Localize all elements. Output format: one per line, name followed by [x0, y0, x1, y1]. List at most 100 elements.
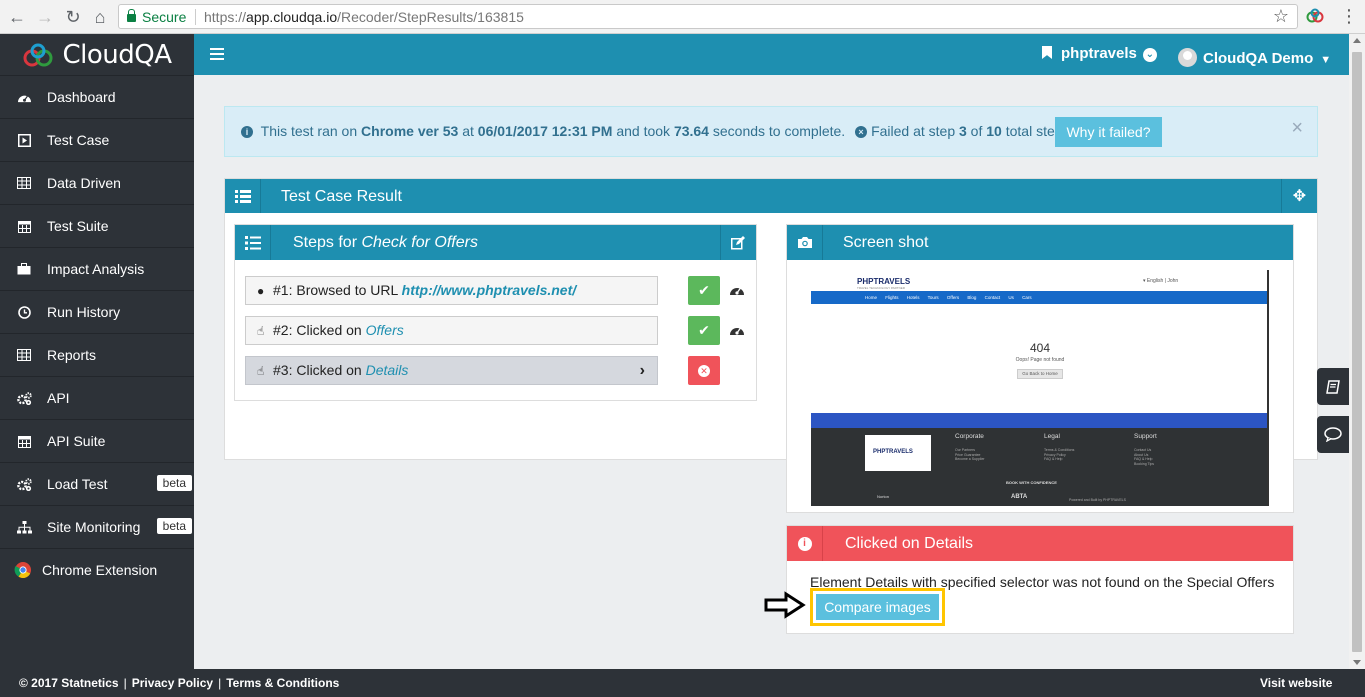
sidebar-item-api[interactable]: API	[0, 376, 194, 419]
failure-screenshot-image[interactable]: PHPTRAVELS TRAVEL TECHNOLOGY PARTNER ▾ En…	[811, 270, 1269, 506]
performance-gauge-icon[interactable]	[729, 323, 745, 337]
sidebar-item-label: Chrome Extension	[42, 562, 158, 578]
error-title: Clicked on Details	[845, 535, 974, 552]
sidebar-item-impact-analysis[interactable]: Impact Analysis	[0, 247, 194, 290]
sidebar-item-label: Run History	[47, 304, 121, 320]
sidebar-item-test-suite[interactable]: Test Suite	[0, 204, 194, 247]
back-arrow-icon[interactable]: ←	[6, 6, 28, 28]
sidebar-item-run-history[interactable]: Run History	[0, 290, 194, 333]
why-it-failed-button[interactable]: Why it failed?	[1055, 117, 1162, 147]
sidebar-item-label: Reports	[47, 347, 97, 363]
globe-icon: ●	[257, 284, 265, 298]
alert-text: i This test ran on Chrome ver 53 at 06/0…	[241, 123, 1073, 139]
visit-website-link[interactable]: Visit website	[1260, 676, 1332, 690]
sidebar-item-label: Test Suite	[47, 218, 109, 234]
sidebar-item-label: API Suite	[47, 433, 106, 449]
browser-toolbar: ← → ↻ ⌂ Secure https://app.cloudqa.io/Re…	[0, 0, 1365, 34]
book-icon[interactable]	[1317, 368, 1349, 405]
step-row-1[interactable]: ● #1: Browsed to URL http://www.phptravel…	[245, 276, 658, 305]
reload-icon[interactable]: ↻	[62, 6, 84, 28]
address-bar[interactable]: Secure https://app.cloudqa.io/Recoder/St…	[118, 4, 1298, 29]
panel-title: Test Case Result	[281, 188, 402, 205]
sidebar-item-load-test[interactable]: Load Test beta	[0, 462, 194, 505]
scroll-down-icon[interactable]	[1353, 660, 1361, 665]
calendar-icon	[16, 434, 32, 448]
screenshot-header: Screen shot	[787, 225, 1293, 260]
sidebar-item-label: API	[47, 390, 70, 406]
compare-images-highlight: Compare images	[810, 588, 945, 626]
sidebar-item-label: Load Test	[47, 476, 108, 492]
scroll-thumb[interactable]	[1352, 52, 1362, 652]
pointer-hand-icon: ☝	[257, 364, 265, 378]
gauge-icon	[16, 90, 32, 104]
sidebar-item-reports[interactable]: Reports	[0, 333, 194, 376]
steps-panel: Steps for Check for Offers ● #1: Browsed …	[234, 224, 757, 401]
sidebar-item-test-case[interactable]: Test Case	[0, 118, 194, 161]
list-icon	[225, 179, 261, 213]
sidebar-item-chrome-extension[interactable]: Chrome Extension	[0, 548, 194, 591]
calendar-icon	[16, 219, 32, 233]
user-menu[interactable]: CloudQA Demo ▼	[1178, 44, 1331, 67]
browser-menu-icon[interactable]: ⋮	[1340, 5, 1358, 27]
chat-icon[interactable]	[1317, 416, 1349, 453]
beta-badge: beta	[156, 475, 192, 491]
app-logo[interactable]: CloudQA	[0, 34, 194, 75]
sidebar-item-label: Test Case	[47, 132, 110, 148]
clock-icon	[16, 305, 32, 319]
project-selector[interactable]: phptravels ⌄	[1042, 45, 1157, 63]
avatar	[1178, 48, 1197, 67]
briefcase-icon	[16, 262, 32, 276]
play-square-icon	[16, 133, 32, 147]
edit-icon[interactable]	[720, 225, 756, 260]
sidebar-item-label: Data Driven	[47, 175, 121, 191]
step-2-pass-button[interactable]: ✔	[688, 316, 720, 345]
page-scrollbar[interactable]	[1349, 34, 1365, 669]
url-text[interactable]: https://app.cloudqa.io/Recoder/StepResul…	[204, 9, 524, 25]
cloudqa-extension-icon[interactable]	[1306, 8, 1324, 26]
sidebar: CloudQA Dashboard Test Case Data Driven Tes…	[0, 34, 194, 669]
top-bar: phptravels ⌄ CloudQA Demo ▼	[194, 34, 1349, 75]
step-row-2[interactable]: ☝ #2: Clicked on Offers	[245, 316, 658, 345]
bookmark-icon	[1042, 46, 1052, 59]
sidebar-item-label: Dashboard	[47, 89, 116, 105]
table-icon	[16, 176, 32, 190]
secure-indicator[interactable]: Secure	[127, 9, 186, 25]
bookmark-star-icon[interactable]: ☆	[1273, 6, 1289, 27]
hamburger-menu-icon[interactable]	[210, 48, 224, 60]
info-circle-icon: i	[797, 536, 812, 551]
privacy-policy-link[interactable]: Privacy Policy	[132, 676, 213, 690]
sidebar-item-site-monitoring[interactable]: Site Monitoring beta	[0, 505, 194, 548]
screenshot-title: Screen shot	[843, 234, 929, 251]
mock-site-logo: PHPTRAVELS TRAVEL TECHNOLOGY PARTNER	[857, 277, 911, 290]
terms-link[interactable]: Terms & Conditions	[226, 676, 339, 690]
step-error-panel: i Clicked on Details Element Details wit…	[786, 525, 1294, 634]
step-row-3[interactable]: ☝ #3: Clicked on Details ›	[245, 356, 658, 385]
sidebar-item-data-driven[interactable]: Data Driven	[0, 161, 194, 204]
pointer-hand-icon: ☝	[257, 324, 265, 338]
caret-down-icon: ▼	[1320, 54, 1332, 66]
sidebar-item-dashboard[interactable]: Dashboard	[0, 75, 194, 118]
move-icon[interactable]: ✥	[1281, 179, 1317, 213]
step-3-fail-button[interactable]: ✕	[688, 356, 720, 385]
chevron-circle-down-icon: ⌄	[1142, 48, 1157, 62]
forward-arrow-icon[interactable]: →	[34, 6, 56, 28]
beta-badge: beta	[156, 518, 192, 534]
cogs-icon	[16, 477, 32, 491]
sitemap-icon	[16, 520, 32, 534]
error-header: i Clicked on Details	[787, 526, 1293, 561]
times-circle-icon: ✕	[698, 364, 710, 377]
close-icon[interactable]: ×	[1291, 118, 1303, 138]
performance-gauge-icon[interactable]	[729, 283, 745, 297]
scroll-up-icon[interactable]	[1353, 38, 1361, 43]
step-1-pass-button[interactable]: ✔	[688, 276, 720, 305]
sidebar-item-api-suite[interactable]: API Suite	[0, 419, 194, 462]
cloudqa-logo-icon	[23, 43, 53, 66]
info-icon: i	[241, 126, 253, 138]
test-case-result-header: Test Case Result ✥	[225, 179, 1317, 213]
lock-icon	[127, 9, 136, 22]
footer: © 2017 Statnetics | Privacy Policy | Terms &…	[0, 669, 1365, 697]
test-run-info-alert: i This test ran on Chrome ver 53 at 06/0…	[224, 106, 1318, 157]
arrow-right-icon	[764, 591, 806, 619]
home-icon[interactable]: ⌂	[89, 6, 111, 28]
compare-images-button[interactable]: Compare images	[816, 594, 939, 620]
